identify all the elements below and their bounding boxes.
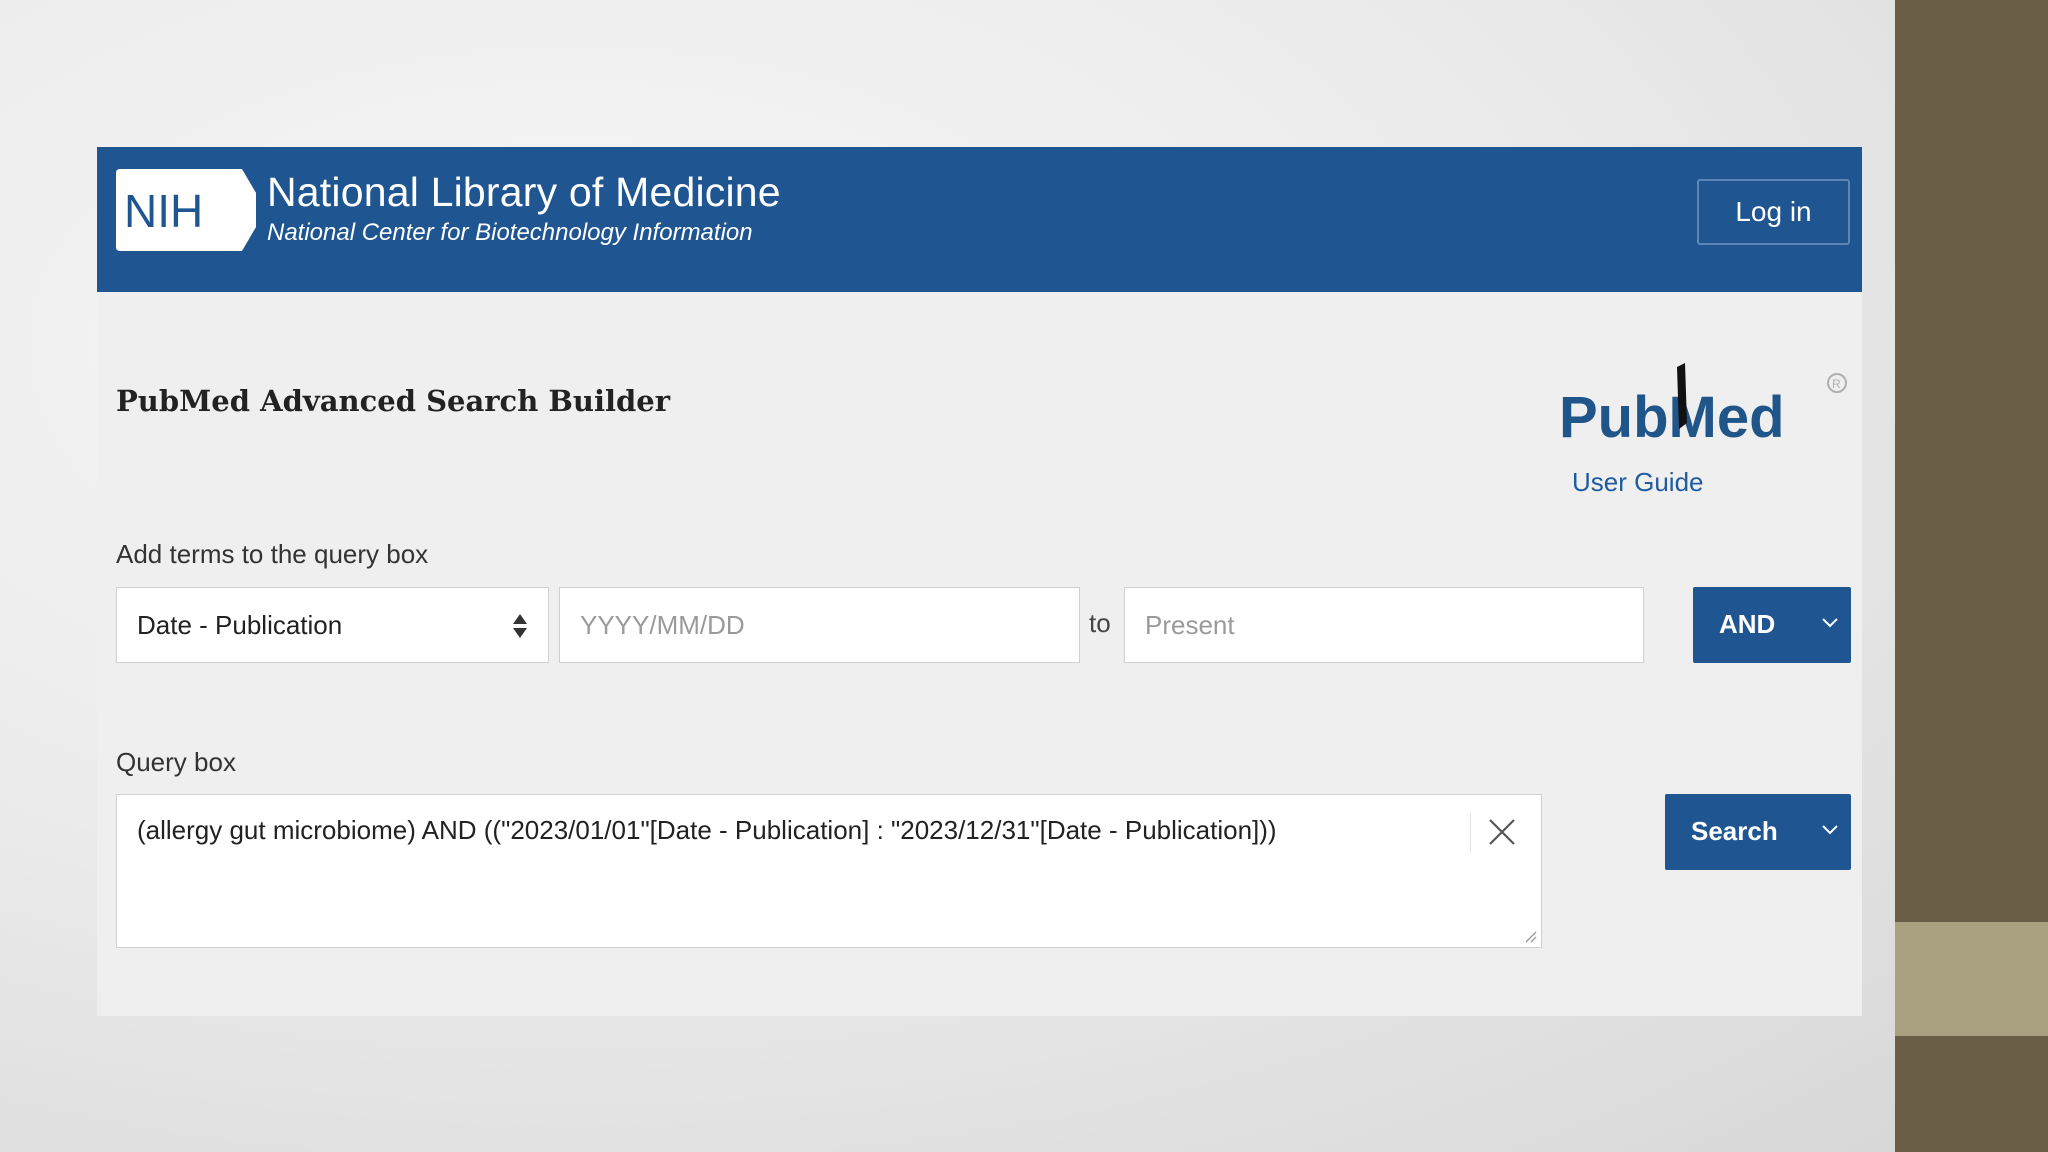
nih-logo-text: NIH [124,185,203,237]
nlm-header: NIH National Library of Medicine Nationa… [97,147,1862,292]
pubmed-advanced-card: NIH National Library of Medicine Nationa… [97,147,1862,1016]
query-box-label: Query box [116,747,236,777]
field-select-value: Date - Publication [137,609,343,640]
and-button-label: AND [1719,609,1776,639]
pubmed-logo-text: PubMed [1559,385,1785,450]
user-guide-link[interactable]: User Guide [1572,467,1704,498]
pubmed-logo[interactable]: PubMed R [1559,359,1849,459]
search-button-label: Search [1691,816,1778,846]
page-title: PubMed Advanced Search Builder [116,384,671,418]
login-button[interactable]: Log in [1697,179,1850,245]
field-select[interactable]: Date - Publication [116,587,549,663]
query-box[interactable]: (allergy gut microbiome) AND (("2023/01/… [116,794,1542,948]
date-to-placeholder: Present [1145,609,1235,640]
chevron-down-icon[interactable] [1821,617,1839,629]
nlm-title[interactable]: National Library of Medicine [267,169,781,216]
close-icon[interactable] [1487,817,1517,847]
side-decorative-accent [1895,922,2048,1036]
add-terms-label: Add terms to the query box [116,539,429,569]
search-button[interactable]: Search [1665,794,1851,870]
to-label: to [1089,608,1111,638]
chevron-down-icon[interactable] [1821,824,1839,836]
select-arrows-icon [513,614,527,638]
date-to-input[interactable]: Present [1124,587,1644,663]
svg-text:R: R [1832,377,1841,391]
resize-handle-icon[interactable] [1523,929,1537,943]
query-text: (allergy gut microbiome) AND (("2023/01/… [137,815,1277,845]
add-with-and-button[interactable]: AND [1693,587,1851,663]
date-from-placeholder: YYYY/MM/DD [580,609,745,640]
clear-divider [1470,813,1471,853]
date-from-input[interactable]: YYYY/MM/DD [559,587,1080,663]
nlm-subtitle: National Center for Biotechnology Inform… [267,219,753,246]
nih-logo[interactable]: NIH [116,167,256,253]
